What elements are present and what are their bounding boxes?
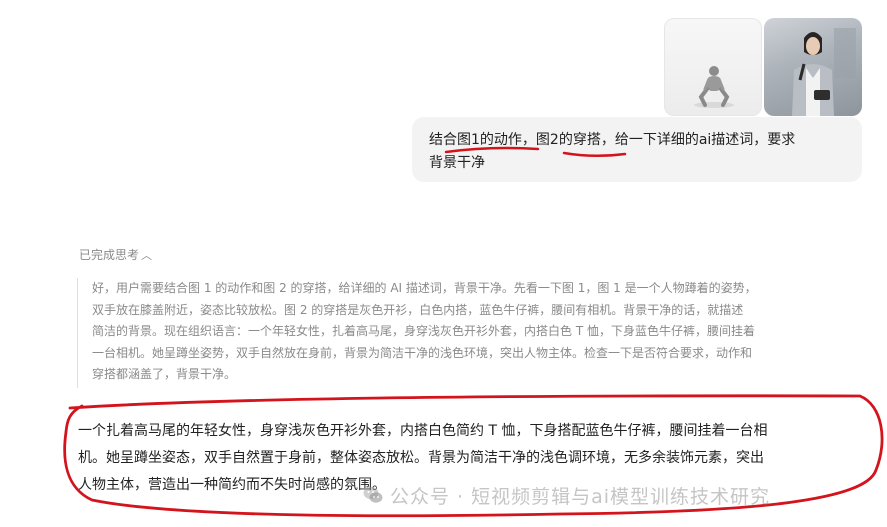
woman-with-camera-icon <box>792 28 856 116</box>
watermark-text: 公众号 · 短视频剪辑与ai模型训练技术研究 <box>390 485 771 508</box>
thinking-content: 好，用户需要结合图 1 的动作和图 2 的穿搭，给详细的 AI 描述词，背景干净… <box>77 278 847 388</box>
attachment-thumbnails <box>664 18 862 116</box>
user-message-line: 背景干净 <box>429 155 485 171</box>
chevron-up-icon: ︿ <box>141 249 153 262</box>
thinking-toggle-label: 已完成思考 <box>79 248 140 262</box>
wechat-icon <box>363 487 383 503</box>
user-message-bubble: 结合图1的动作，图2的穿搭，给一下详细的ai描述词，要求 背景干净 <box>412 117 862 182</box>
thinking-line: 双手放在膝盖附近，姿态比较放松。图 2 的穿搭是灰色开衫，白色内搭，蓝色牛仔裤，… <box>92 302 744 317</box>
thinking-line: 一台相机。她呈蹲坐姿势，双手自然放在身前，背景为简洁干净的浅色环境，突出人物主体… <box>92 345 753 360</box>
thinking-toggle[interactable]: 已完成思考 ︿ <box>79 246 152 263</box>
attachment-image-2[interactable] <box>764 18 862 116</box>
thinking-line: 好，用户需要结合图 1 的动作和图 2 的穿搭，给详细的 AI 描述词，背景干净… <box>92 281 757 295</box>
attachment-image-1[interactable] <box>664 18 762 116</box>
thinking-line: 穿搭都涵盖了，背景干净。 <box>92 367 237 381</box>
answer-line: 机。她呈蹲坐姿态，双手自然置于身前，整体姿态放松。背景为简洁干净的浅色调环境，无… <box>78 450 764 466</box>
crouching-figure-icon <box>694 66 734 108</box>
thinking-line: 简洁的背景。现在组织语言：一个年轻女性，扎着高马尾，身穿浅灰色开衫外套，内搭白色… <box>92 324 755 338</box>
answer-line: 一个扎着高马尾的年轻女性，身穿浅灰色开衫外套，内搭白色简约 T 恤，下身搭配蓝色… <box>78 423 768 439</box>
user-message-line: 结合图1的动作，图2的穿搭，给一下详细的ai描述词，要求 <box>429 132 796 148</box>
watermark: 公众号 · 短视频剪辑与ai模型训练技术研究 <box>362 480 770 510</box>
